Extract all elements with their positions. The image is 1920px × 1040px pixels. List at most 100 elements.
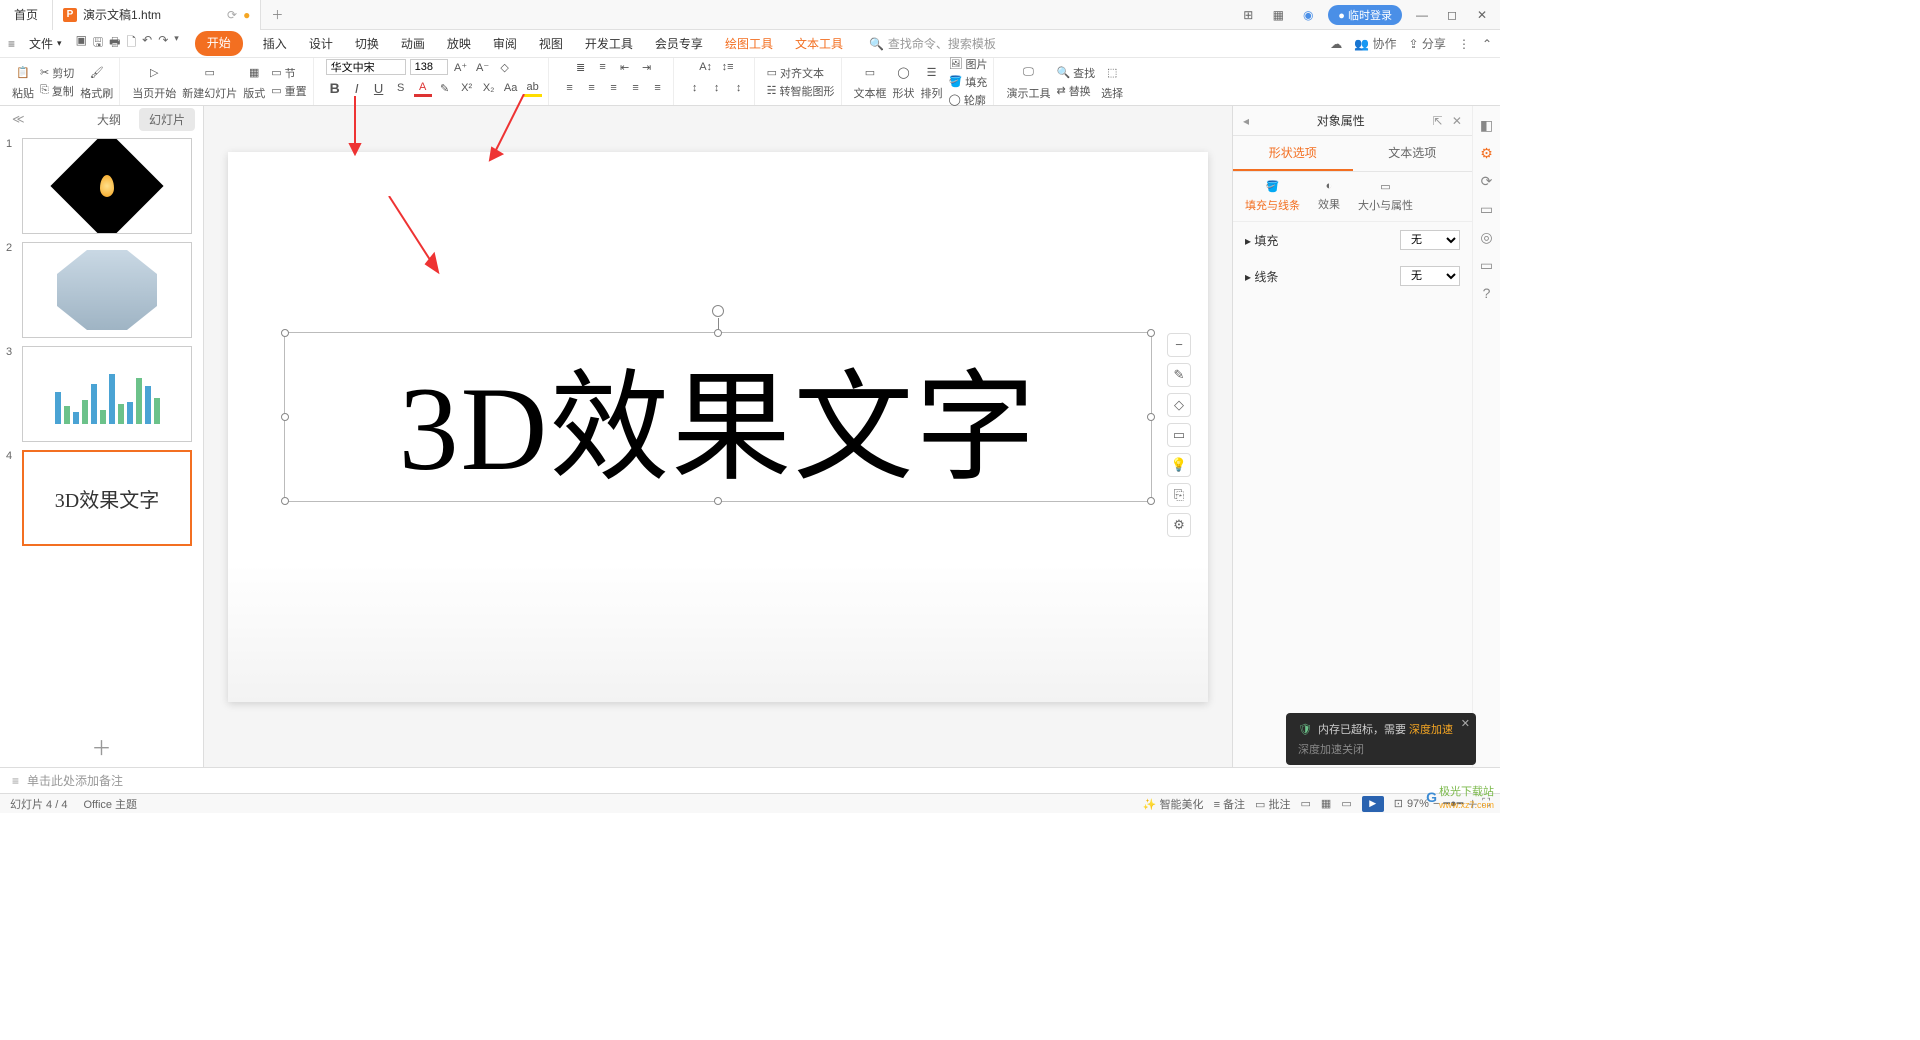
layout-icon[interactable]: ⊞ [1238,5,1258,25]
change-case-button[interactable]: Aa [502,79,520,97]
save-icon[interactable]: 🖫 [93,33,103,54]
layout-button[interactable]: ▦版式 [243,63,265,101]
spacing1-icon[interactable]: ↕ [686,79,704,97]
section-button[interactable]: ▭ 节 [271,65,306,81]
line-select[interactable]: 无 [1400,266,1460,286]
tab-drawing-tools[interactable]: 绘图工具 [723,31,775,56]
rail-book-icon[interactable]: ▭ [1478,256,1496,274]
share-button[interactable]: ⇪ 分享 [1409,35,1446,52]
prop-collapse-icon[interactable]: ◂ [1243,114,1249,128]
spacing2-icon[interactable]: ↕ [708,79,726,97]
copy-button[interactable]: ⎘ 复制 [40,83,74,99]
view-reading-icon[interactable]: ▭ [1341,797,1351,810]
notes-toggle[interactable]: ≡ 备注 [1214,796,1245,812]
tab-design[interactable]: 设计 [307,31,335,56]
prop-tab-text[interactable]: 文本选项 [1353,136,1473,171]
fill-button[interactable]: 🪣 填充 [949,74,988,90]
textbox-button[interactable]: ▭文本框 [854,63,887,101]
redo-icon[interactable]: ↷ [158,33,168,54]
rail-pin-icon[interactable]: ◎ [1478,228,1496,246]
format-painter-button[interactable]: 🖌格式刷 [80,63,113,101]
rail-slider-icon[interactable]: ⚙ [1478,144,1496,162]
notes-bar[interactable]: ≡ 单击此处添加备注 [0,767,1500,793]
numbering-button[interactable]: ≡ [594,58,612,76]
handle-ml[interactable] [281,413,289,421]
strikethrough-button[interactable]: S [392,79,410,97]
tab-text-tools[interactable]: 文本工具 [793,31,845,56]
justify-button[interactable]: ≡ [627,79,645,97]
fill-select[interactable]: 无 [1400,230,1460,250]
slide-canvas[interactable]: 3D效果文字 − ✎ ◇ ▭ 💡 ⎘ ⚙ [228,152,1208,702]
tab-slideshow[interactable]: 放映 [445,31,473,56]
more-qa-icon[interactable]: ▾ [174,33,179,54]
align-right-button[interactable]: ≡ [605,79,623,97]
from-current-button[interactable]: ▷当页开始 [132,63,176,101]
slide-thumb-3[interactable] [22,346,192,442]
undo-icon[interactable]: ↶ [142,33,152,54]
tab-developer[interactable]: 开发工具 [583,31,635,56]
comments-toggle[interactable]: ▭ 批注 [1255,796,1290,812]
text-highlight-button[interactable]: ab [524,79,542,97]
float-minus-icon[interactable]: − [1167,333,1191,357]
shapes-button[interactable]: ◯形状 [893,63,915,101]
minimize-button[interactable]: — [1412,5,1432,25]
text-direction-button[interactable]: A↕ [697,58,715,76]
panel-collapse-icon[interactable]: ≪ [8,112,25,126]
collapse-ribbon-icon[interactable]: ⌃ [1482,37,1492,51]
align-center-button[interactable]: ≡ [583,79,601,97]
tab-transition[interactable]: 切换 [353,31,381,56]
font-size-input[interactable] [410,59,448,75]
italic-button[interactable]: I [348,79,366,97]
bold-button[interactable]: B [326,79,344,97]
fit-icon[interactable]: ⊡ [1394,797,1403,810]
new-slide-button[interactable]: ▭新建幻灯片 [182,63,237,101]
increase-indent-button[interactable]: ⇥ [638,58,656,76]
preview-icon[interactable]: 🗋 [126,33,136,54]
tab-view[interactable]: 视图 [537,31,565,56]
tab-insert[interactable]: 插入 [261,31,289,56]
reset-button[interactable]: ▭ 重置 [271,83,306,99]
replace-button[interactable]: ⇄ 替换 [1056,83,1095,99]
tab-review[interactable]: 审阅 [491,31,519,56]
handle-tr[interactable] [1147,329,1155,337]
login-button[interactable]: ● 临时登录 [1328,5,1402,25]
decrease-font-icon[interactable]: A⁻ [474,58,492,76]
float-bulb-icon[interactable]: 💡 [1167,453,1191,477]
rail-style-icon[interactable]: ◧ [1478,116,1496,134]
float-copy-icon[interactable]: ⎘ [1167,483,1191,507]
close-button[interactable]: ✕ [1472,5,1492,25]
more-menu-icon[interactable]: ⋮ [1458,37,1470,51]
tab-start[interactable]: 开始 [195,31,243,56]
apps-icon[interactable]: ▦ [1268,5,1288,25]
subscript-button[interactable]: X₂ [480,79,498,97]
tab-home[interactable]: 首页 [0,0,53,30]
tab-member[interactable]: 会员专享 [653,31,705,56]
view-sorter-icon[interactable]: ▦ [1321,797,1331,810]
prop-pin-icon[interactable]: ⇱ [1433,114,1443,128]
handle-bl[interactable] [281,497,289,505]
float-settings-icon[interactable]: ⚙ [1167,513,1191,537]
subtab-size[interactable]: ▭大小与属性 [1358,180,1413,213]
arrange-button[interactable]: ☰排列 [921,63,943,101]
rail-anim-icon[interactable]: ⟳ [1478,172,1496,190]
rotate-handle[interactable] [712,305,724,317]
add-slide-button[interactable]: ＋ [0,726,203,767]
paste-button[interactable]: 📋粘贴 [12,63,34,101]
handle-tl[interactable] [281,329,289,337]
align-left-button[interactable]: ≡ [561,79,579,97]
tab-refresh-icon[interactable]: ⟳ [227,8,237,22]
increase-font-icon[interactable]: A⁺ [452,58,470,76]
subtab-effect[interactable]: ◐效果 [1318,180,1340,213]
handle-tm[interactable] [714,329,722,337]
slides-tab[interactable]: 幻灯片 [139,108,195,131]
underline-button[interactable]: U [370,79,388,97]
cloud-icon[interactable]: ☁ [1330,37,1342,51]
file-menu[interactable]: 文件 ▾ [23,35,68,52]
rail-help-icon[interactable]: ? [1478,284,1496,302]
canvas-area[interactable]: 3D效果文字 − ✎ ◇ ▭ 💡 ⎘ ⚙ [204,106,1232,767]
tab-animation[interactable]: 动画 [399,31,427,56]
slide-thumb-4[interactable]: 3D效果文字 [22,450,192,546]
demo-tools-button[interactable]: 🖵演示工具 [1006,63,1050,101]
subtab-fill-line[interactable]: 🪣填充与线条 [1245,180,1300,213]
clear-format-icon[interactable]: ◇ [496,58,514,76]
